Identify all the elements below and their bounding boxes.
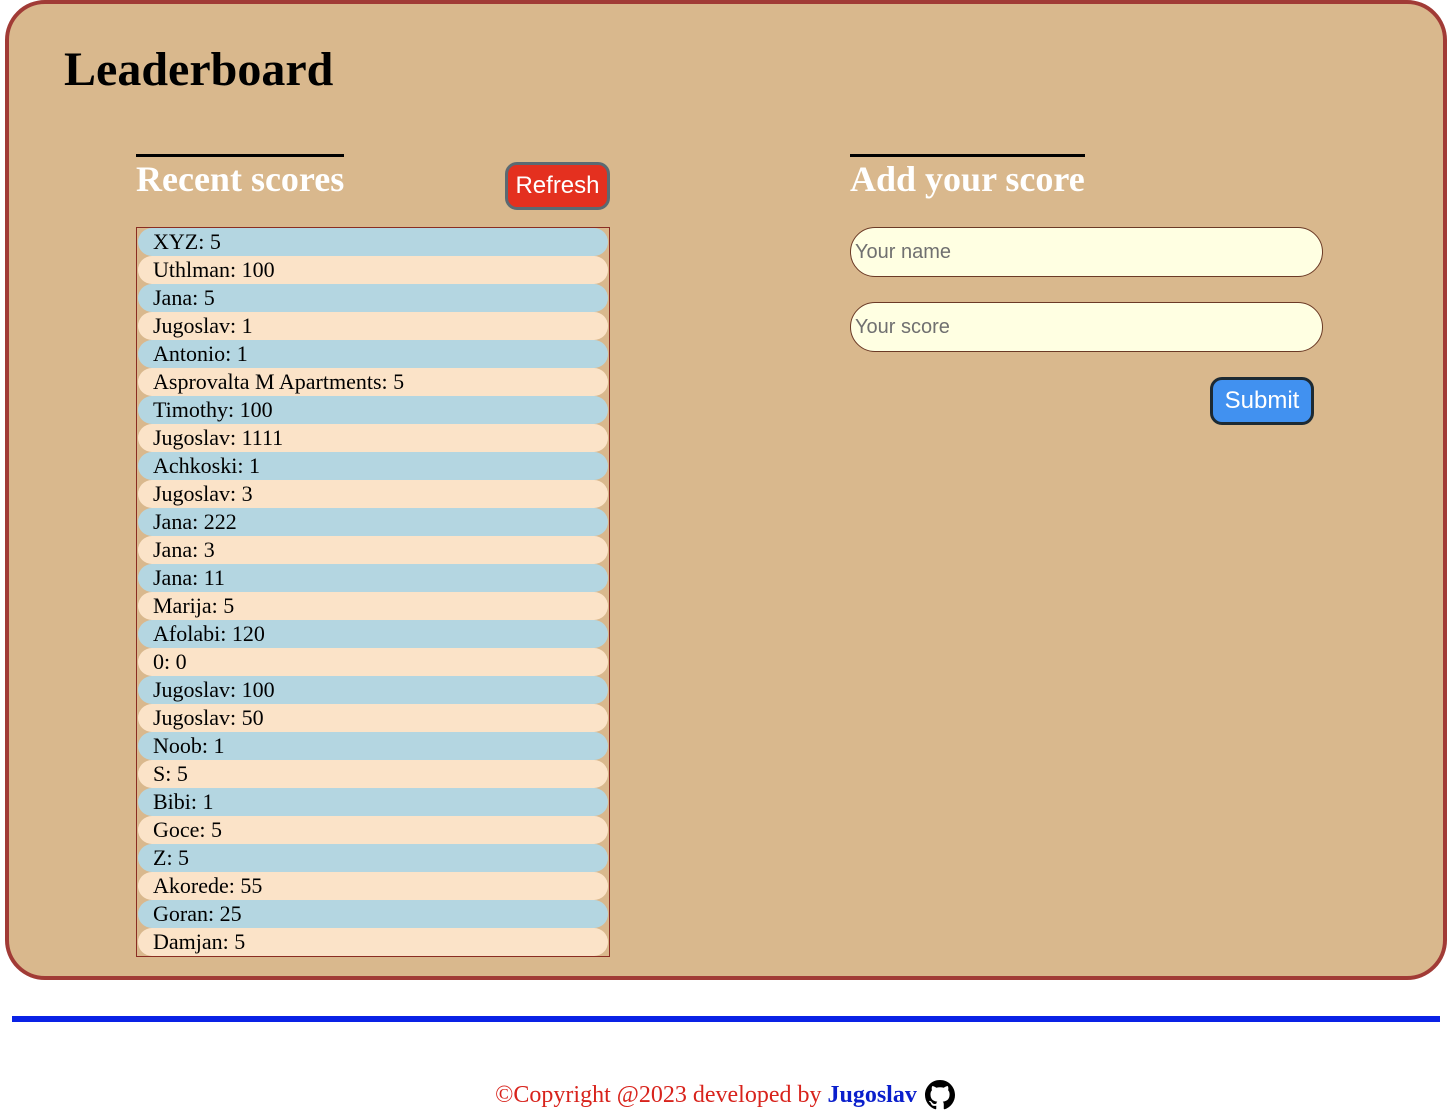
score-list-item: Jugoslav: 100 bbox=[138, 676, 608, 704]
refresh-button[interactable]: Refresh bbox=[505, 162, 610, 210]
score-list-item: Jana: 5 bbox=[138, 284, 608, 312]
score-list-item: Marija: 5 bbox=[138, 592, 608, 620]
score-list-item: Jana: 222 bbox=[138, 508, 608, 536]
score-list-item: Timothy: 100 bbox=[138, 396, 608, 424]
score-list-item: Uthlman: 100 bbox=[138, 256, 608, 284]
page-title: Leaderboard bbox=[64, 43, 334, 96]
score-list-item: Jugoslav: 1 bbox=[138, 312, 608, 340]
score-list-item: Goce: 5 bbox=[138, 816, 608, 844]
score-list-item: Jugoslav: 50 bbox=[138, 704, 608, 732]
footer: ©Copyright @2023 developed by Jugoslav bbox=[0, 1078, 1450, 1112]
score-list-item: Damjan: 5 bbox=[138, 928, 608, 956]
recent-scores-title: Recent scores bbox=[136, 154, 345, 199]
score-list-item: Jana: 11 bbox=[138, 564, 608, 592]
score-list-item: Afolabi: 120 bbox=[138, 620, 608, 648]
submit-button[interactable]: Submit bbox=[1210, 377, 1314, 425]
score-list: XYZ: 5 Uthlman: 100 Jana: 5 Jugoslav: 1 Anto… bbox=[136, 227, 610, 957]
score-list-item: Antonio: 1 bbox=[138, 340, 608, 368]
author-link[interactable]: Jugoslav bbox=[827, 1082, 916, 1108]
score-list-item: Asprovalta M Apartments: 5 bbox=[138, 368, 608, 396]
score-list-item: Jugoslav: 3 bbox=[138, 480, 608, 508]
score-list-item: 0: 0 bbox=[138, 648, 608, 676]
add-score-title: Add your score bbox=[850, 154, 1085, 199]
score-list-item: Bibi: 1 bbox=[138, 788, 608, 816]
leaderboard-panel: Leaderboard Recent scores Refresh XYZ: 5… bbox=[5, 0, 1447, 980]
score-list-item: Noob: 1 bbox=[138, 732, 608, 760]
copyright-text: ©Copyright @2023 developed by bbox=[495, 1082, 828, 1108]
score-list-item: Jugoslav: 1111 bbox=[138, 424, 608, 452]
score-list-item: Z: 5 bbox=[138, 844, 608, 872]
score-list-item: Jana: 3 bbox=[138, 536, 608, 564]
score-list-item: S: 5 bbox=[138, 760, 608, 788]
score-list-item: Akorede: 55 bbox=[138, 872, 608, 900]
github-icon[interactable] bbox=[924, 1080, 955, 1110]
score-input[interactable] bbox=[850, 302, 1323, 352]
name-input[interactable] bbox=[850, 227, 1323, 277]
score-list-item: Goran: 25 bbox=[138, 900, 608, 928]
score-list-item: XYZ: 5 bbox=[138, 228, 608, 256]
footer-divider bbox=[12, 1016, 1440, 1022]
score-list-item: Achkoski: 1 bbox=[138, 452, 608, 480]
